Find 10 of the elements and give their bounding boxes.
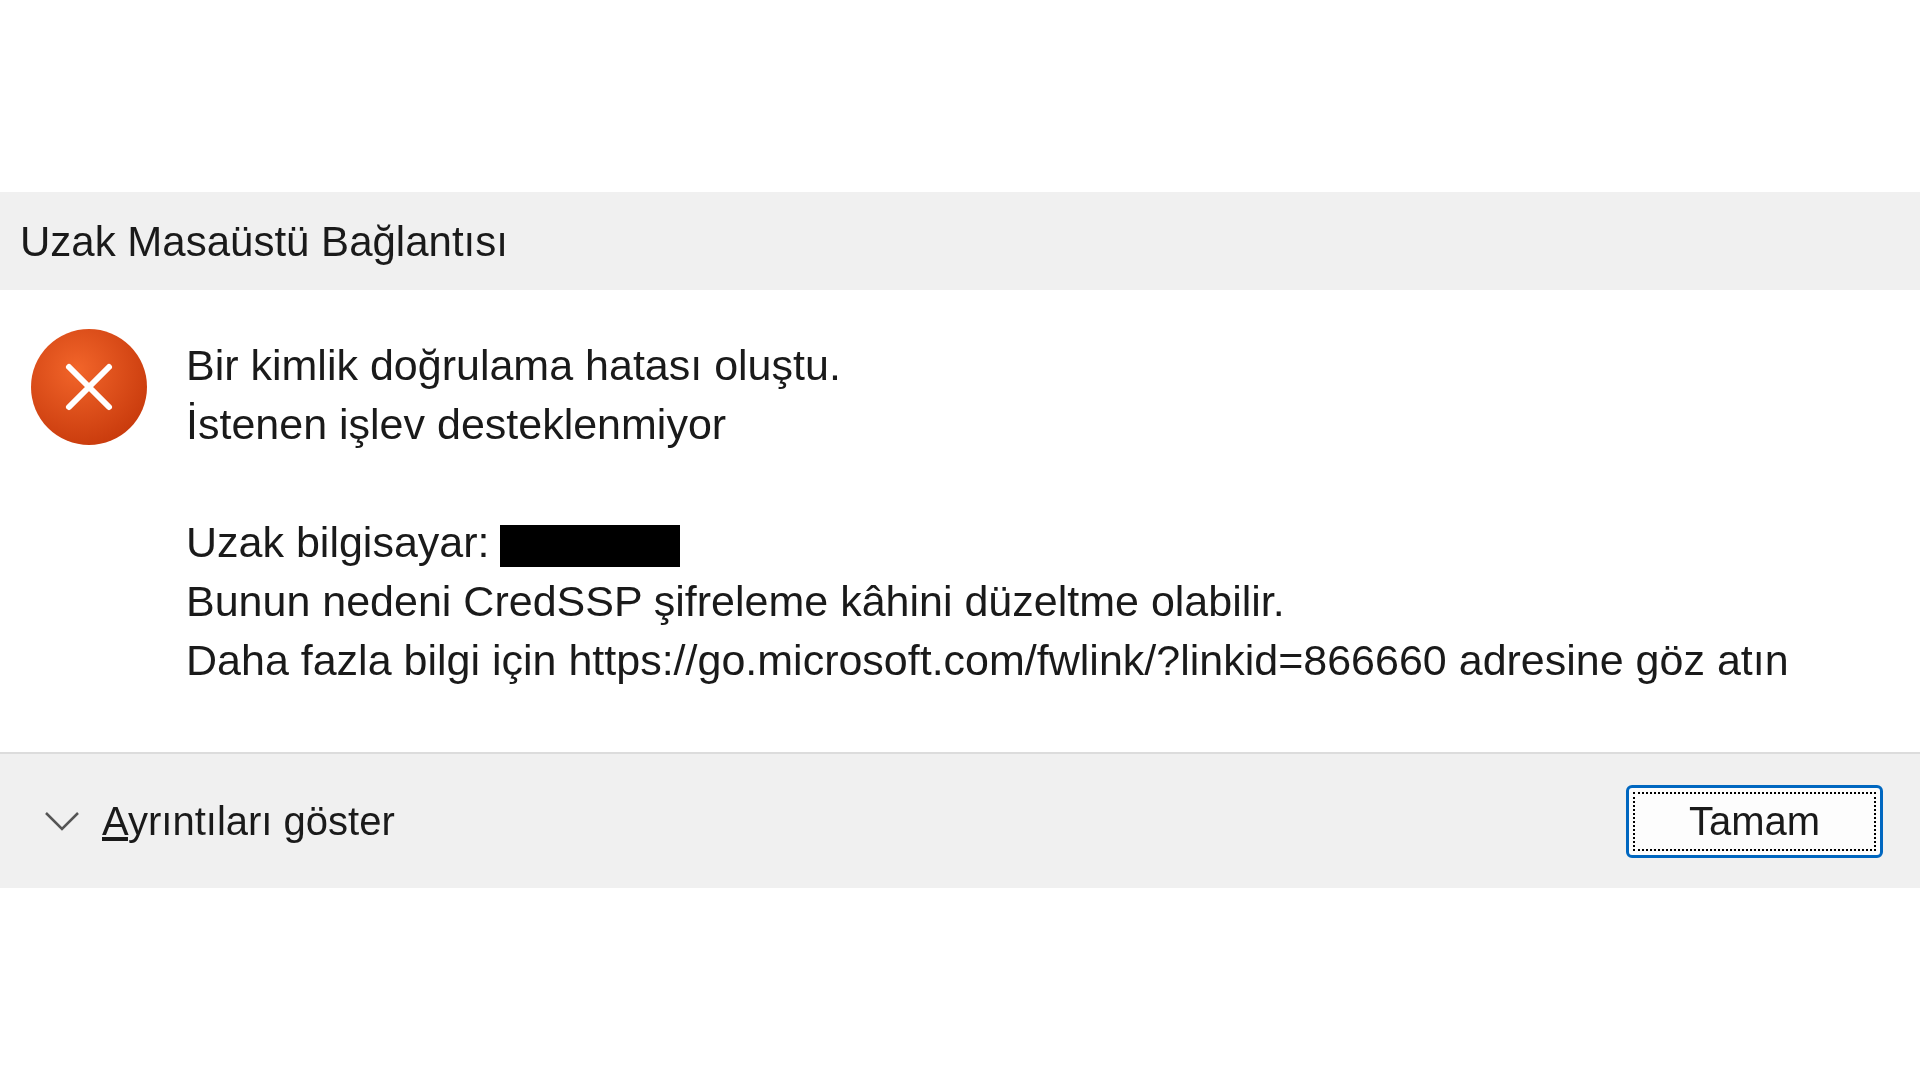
- message-text: Uzak bilgisayar:: [186, 518, 490, 566]
- details-toggle[interactable]: Ayrıntıları göster: [102, 791, 395, 851]
- message-text: Bir kimlik doğrulama hatası oluştu.: [186, 341, 841, 389]
- chevron-down-icon[interactable]: [42, 809, 82, 833]
- ok-button[interactable]: Tamam: [1626, 784, 1883, 858]
- window-title: Uzak Masaüstü Bağlantısı: [20, 216, 508, 267]
- message-text: İstenen işlev desteklenmiyor: [186, 400, 727, 448]
- message-text: Bunun nedeni CredSSP şifreleme kâhini düzeltme olabilir.: [186, 577, 1285, 625]
- error-icon: [30, 328, 148, 446]
- message-text: Daha fazla bilgi için https://go.microsoft.com/fwlink/?linkid=866660 adresine göz atın: [186, 636, 1789, 684]
